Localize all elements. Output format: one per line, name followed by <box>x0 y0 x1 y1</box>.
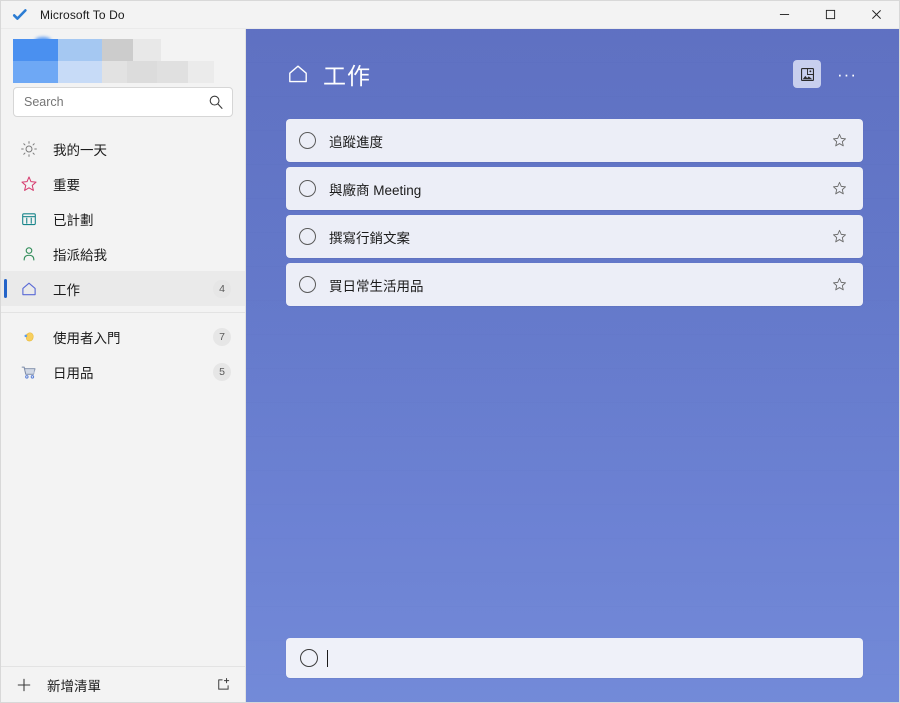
sidebar-item-count: 7 <box>213 327 231 346</box>
task-checkbox[interactable] <box>299 132 316 149</box>
sidebar-item-count: 4 <box>213 279 231 298</box>
sidebar-item-label: 指派給我 <box>53 247 107 263</box>
add-task-checkbox-icon <box>300 649 318 667</box>
task-checkbox[interactable] <box>299 228 316 245</box>
search-container <box>1 87 245 117</box>
window-controls <box>761 1 899 29</box>
window-title: Microsoft To Do <box>40 7 125 22</box>
new-list-button[interactable]: 新增清單 <box>47 675 213 695</box>
task-row[interactable]: 撰寫行銷文案 <box>286 215 863 258</box>
add-task-row[interactable] <box>286 638 863 678</box>
sidebar-item-label: 我的一天 <box>53 142 107 158</box>
sidebar-section-user-lists: 使用者入門 7 日用品 5 <box>1 312 245 389</box>
task-title: 買日常生活用品 <box>329 278 424 294</box>
star-icon[interactable] <box>831 228 849 246</box>
sidebar-item-label: 日用品 <box>53 365 94 381</box>
sidebar-nav: 我的一天 重要 已計劃 指派給我 工作 4 使用者入門 7 日用品 5 <box>1 131 245 389</box>
checkmark-icon <box>12 7 28 23</box>
plus-icon <box>13 676 35 694</box>
task-row[interactable]: 追蹤進度 <box>286 119 863 162</box>
sidebar-footer: 新增清單 <box>1 666 245 702</box>
task-checkbox[interactable] <box>299 180 316 197</box>
search-box[interactable] <box>13 87 233 117</box>
waving-hand-icon <box>19 327 39 347</box>
task-row[interactable]: 買日常生活用品 <box>286 263 863 306</box>
sidebar-item-important[interactable]: 重要 <box>1 166 245 201</box>
page-title: 工作 <box>323 63 371 89</box>
sidebar-item-my-day[interactable]: 我的一天 <box>1 131 245 166</box>
maximize-button[interactable] <box>807 1 853 29</box>
close-button[interactable] <box>853 1 899 29</box>
calendar-icon <box>19 209 39 229</box>
sidebar-item-planned[interactable]: 已計劃 <box>1 201 245 236</box>
star-icon[interactable] <box>831 276 849 294</box>
new-group-icon[interactable] <box>213 676 233 693</box>
change-background-icon[interactable] <box>793 60 821 88</box>
task-list: 追蹤進度 與廠商 Meeting 撰寫行銷文案 買日常生活用品 <box>246 119 899 306</box>
sidebar-item-count: 5 <box>213 362 231 381</box>
title-bar-left: Microsoft To Do <box>1 7 125 23</box>
sidebar-item-label: 工作 <box>53 282 80 298</box>
sidebar-item-groceries[interactable]: 日用品 5 <box>1 354 245 389</box>
home-icon <box>286 62 310 86</box>
add-task-input[interactable] <box>328 650 849 666</box>
search-icon <box>208 94 224 110</box>
star-icon <box>19 174 39 194</box>
task-title: 追蹤進度 <box>329 134 383 150</box>
sidebar-item-assigned-to-me[interactable]: 指派給我 <box>1 236 245 271</box>
sidebar-item-label: 重要 <box>53 177 80 193</box>
more-options-button[interactable]: ··· <box>833 60 861 88</box>
main-panel: 工作 ··· 追蹤進度 與廠商 Meeting 撰寫行銷文案 買日常生活用品 <box>246 29 899 702</box>
sidebar-item-label: 已計劃 <box>53 212 94 228</box>
sidebar-item-label: 使用者入門 <box>53 330 121 346</box>
profile-blur <box>13 37 233 85</box>
app-body: 我的一天 重要 <box>1 29 899 702</box>
star-icon[interactable] <box>831 132 849 150</box>
app-window: Microsoft To Do Search 我的一天 重要 已計劃 指派給我 … <box>0 0 900 703</box>
task-checkbox[interactable] <box>299 276 316 293</box>
task-row[interactable]: 與廠商 Meeting <box>286 167 863 210</box>
task-title: 與廠商 Meeting <box>329 182 422 198</box>
sidebar-item-work[interactable]: 工作 4 <box>1 271 245 306</box>
sun-icon <box>19 139 39 159</box>
task-title: 撰寫行銷文案 <box>329 230 410 246</box>
title-bar: Microsoft To Do <box>1 1 899 29</box>
add-task-container <box>246 638 899 702</box>
star-icon[interactable] <box>831 180 849 198</box>
person-icon <box>19 244 39 264</box>
minimize-button[interactable] <box>761 1 807 29</box>
sidebar-item-getting-started[interactable]: 使用者入門 7 <box>1 319 245 354</box>
profile-blur-row-top <box>13 39 161 61</box>
list-header: 工作 ··· <box>246 29 899 119</box>
sidebar-section-smart-lists: 我的一天 重要 已計劃 指派給我 工作 4 <box>1 131 245 306</box>
main-spacer <box>246 306 899 638</box>
user-profile-redacted[interactable] <box>1 29 245 85</box>
sidebar: 我的一天 重要 <box>1 29 246 702</box>
shopping-cart-icon <box>19 362 39 382</box>
home-icon <box>19 279 39 299</box>
search-input[interactable] <box>24 95 208 109</box>
profile-blur-row-bottom <box>13 61 214 83</box>
